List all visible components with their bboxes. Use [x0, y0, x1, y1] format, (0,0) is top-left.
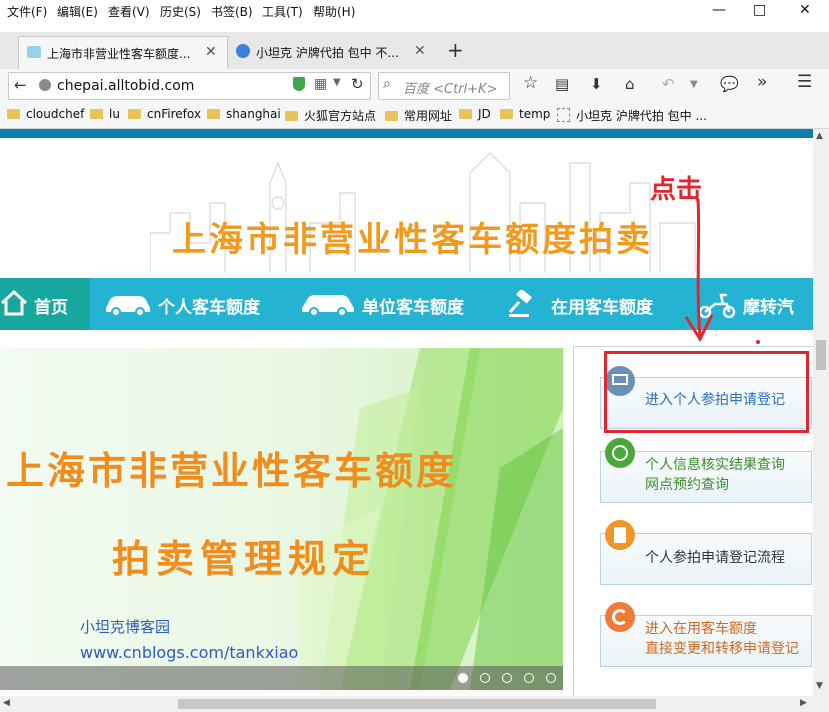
globe-icon: [605, 438, 635, 468]
new-tab-button[interactable]: +: [447, 38, 464, 62]
undo-icon[interactable]: ↶: [662, 75, 675, 93]
gavel-icon: [508, 290, 532, 317]
menu-help[interactable]: 帮助(H): [313, 3, 355, 20]
nav-home[interactable]: 首页: [0, 278, 90, 330]
hamburger-menu-icon[interactable]: ☰: [797, 72, 812, 92]
folder-icon: [90, 109, 103, 119]
url-text[interactable]: chepai.alltobid.com: [57, 78, 194, 94]
search-placeholder[interactable]: 百度 <Ctrl+K>: [403, 78, 497, 97]
bookmark-folder[interactable]: cnFirefox: [128, 107, 201, 121]
nav-used-car-quota[interactable]: 在用客车额度: [505, 278, 675, 330]
menu-file[interactable]: 文件(F): [7, 3, 47, 20]
tab-title: 小坦克 沪牌代拍 包中 不...: [256, 46, 399, 60]
maximize-button[interactable]: □: [753, 2, 766, 18]
vertical-scroll-thumb[interactable]: [816, 340, 826, 370]
menu-edit[interactable]: 编辑(E): [57, 3, 98, 20]
shield-icon[interactable]: [293, 77, 305, 91]
annotation-dot: [756, 340, 760, 344]
image-slider[interactable]: 上海市非营业性客车额度 拍卖管理规定 小坦克博客园 www.cnblogs.co…: [0, 348, 563, 690]
refresh-icon: [605, 602, 635, 632]
bookmark-folder[interactable]: 常用网址: [385, 107, 452, 124]
menu-bookmarks[interactable]: 书签(B): [211, 3, 253, 20]
chevron-down-icon[interactable]: ▼: [333, 77, 341, 88]
bookmark-folder[interactable]: lu: [90, 107, 120, 121]
bookmarks-toolbar: cloudchef lu cnFirefox shanghai 火狐官方站点 常…: [0, 102, 829, 129]
top-stripe: [0, 129, 813, 138]
tab-strip: 上海市非营业性客车额度... ✕ 小坦克 沪牌代拍 包中 不... ✕ +: [0, 32, 829, 70]
bookmark-folder[interactable]: temp: [500, 107, 550, 121]
car-icon: [106, 296, 150, 316]
address-bar[interactable]: ← chepai.alltobid.com ▦ ▼ ↻: [8, 72, 371, 100]
slider-dots-bar: [0, 666, 563, 690]
tab-inactive[interactable]: 小坦克 沪牌代拍 包中 不... ✕: [230, 36, 436, 68]
blog-favicon-icon: [236, 44, 250, 58]
overflow-button[interactable]: »: [757, 72, 767, 92]
back-arrow-icon[interactable]: ←: [14, 76, 27, 94]
info-query-button[interactable]: 个人信息核实结果查询 网点预约查询: [600, 438, 812, 503]
registration-process-button[interactable]: 个人参拍申请登记流程: [600, 520, 812, 585]
vertical-scrollbar[interactable]: ▲ ▼: [813, 129, 829, 696]
reload-icon[interactable]: ↻: [351, 75, 364, 93]
used-car-change-button[interactable]: 进入在用客车额度 直接变更和转移申请登记: [600, 602, 812, 667]
navigation-toolbar: ← chepai.alltobid.com ▦ ▼ ↻ ⌕ 百度 <Ctrl+K…: [0, 69, 829, 102]
car-icon: [302, 295, 354, 316]
slider-dot[interactable]: [458, 673, 468, 683]
folder-icon: [500, 109, 513, 119]
nav-company-quota[interactable]: 单位客车额度: [298, 278, 478, 330]
blog-name: 小坦克博客园: [80, 618, 171, 636]
document-icon: [605, 520, 635, 550]
slider-dot[interactable]: [524, 673, 534, 683]
slide-title-line2: 拍卖管理规定: [112, 536, 377, 581]
home-icon: [0, 290, 28, 316]
minimize-button[interactable]: —: [712, 2, 726, 18]
folder-icon: [7, 109, 20, 119]
bookmark-folder[interactable]: 火狐官方站点: [285, 107, 376, 124]
slide-title-line1: 上海市非营业性客车额度: [6, 448, 458, 493]
star-bookmark-icon[interactable]: ☆: [523, 73, 538, 93]
horizontal-scroll-thumb[interactable]: [178, 699, 656, 709]
banner-title: 上海市非营业性客车额度拍卖: [172, 220, 653, 260]
annotation-arrow: [684, 198, 714, 343]
site-info-icon[interactable]: [39, 79, 51, 91]
tab-close-icon[interactable]: ✕: [205, 44, 217, 60]
slider-dot[interactable]: [546, 673, 556, 683]
scroll-up-icon[interactable]: ▲: [816, 131, 823, 141]
slider-dot[interactable]: [480, 673, 490, 683]
page-icon: [557, 108, 570, 122]
search-icon: ⌕: [383, 76, 391, 92]
scroll-right-icon[interactable]: ▶: [800, 698, 807, 708]
menu-view[interactable]: 查看(V): [108, 3, 150, 20]
folder-icon: [459, 109, 472, 119]
slider-dot[interactable]: [502, 673, 512, 683]
menu-bar: 文件(F) 编辑(E) 查看(V) 历史(S) 书签(B) 工具(T) 帮助(H…: [0, 0, 829, 22]
tab-active[interactable]: 上海市非营业性客车额度... ✕: [18, 36, 228, 69]
home-icon[interactable]: ⌂: [625, 75, 635, 93]
folder-icon: [285, 111, 298, 121]
chat-bubble-icon[interactable]: 💬: [720, 75, 739, 93]
bookmark-folder[interactable]: JD: [459, 107, 491, 121]
folder-icon: [128, 109, 141, 119]
menu-tools[interactable]: 工具(T): [262, 3, 303, 20]
annotation-highlight-box: [604, 351, 809, 433]
close-window-button[interactable]: ✕: [799, 2, 811, 18]
chevron-down-icon[interactable]: ▼: [690, 79, 698, 90]
scroll-left-icon[interactable]: ◀: [3, 698, 10, 708]
page-favicon-icon: [27, 46, 41, 58]
bookmark-folder[interactable]: cloudchef: [7, 107, 84, 121]
scroll-down-icon[interactable]: ▼: [816, 681, 823, 691]
blog-url[interactable]: www.cnblogs.com/tankxiao: [80, 643, 298, 662]
search-bar[interactable]: ⌕ 百度 <Ctrl+K>: [378, 72, 510, 100]
green-light-rays: [300, 348, 563, 690]
bookmark-page[interactable]: 小坦克 沪牌代拍 包中 ...: [557, 107, 707, 124]
reader-list-icon[interactable]: ▤: [555, 75, 569, 93]
tab-close-icon[interactable]: ✕: [414, 43, 426, 59]
bookmark-folder[interactable]: shanghai: [207, 107, 281, 121]
menu-history[interactable]: 历史(S): [160, 3, 201, 20]
qr-code-icon[interactable]: ▦: [314, 76, 327, 92]
tab-title: 上海市非营业性客车额度...: [47, 47, 191, 61]
folder-icon: [207, 109, 220, 119]
nav-personal-quota[interactable]: 个人客车额度: [100, 278, 280, 330]
folder-icon: [385, 111, 398, 121]
download-icon[interactable]: ⬇: [590, 75, 603, 93]
